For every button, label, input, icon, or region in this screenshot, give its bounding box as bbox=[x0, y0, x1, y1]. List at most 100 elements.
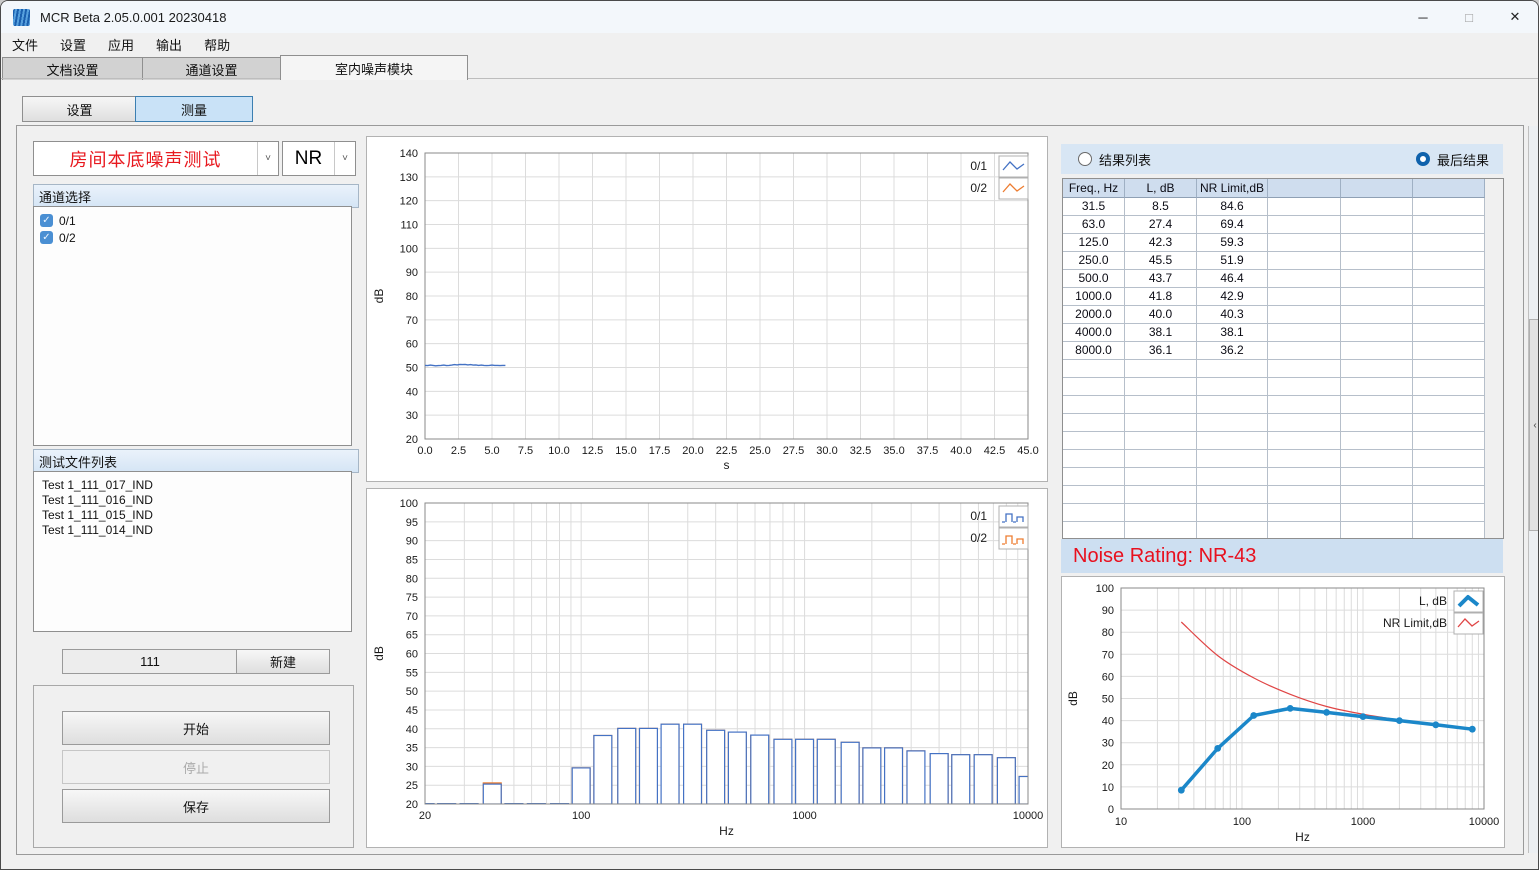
table-cell[interactable] bbox=[1268, 198, 1341, 216]
new-button[interactable]: 新建 bbox=[236, 649, 330, 674]
table-cell[interactable] bbox=[1268, 342, 1341, 360]
table-cell[interactable]: 41.8 bbox=[1125, 288, 1197, 306]
table-cell[interactable] bbox=[1341, 270, 1413, 288]
table-cell[interactable]: 46.4 bbox=[1197, 270, 1268, 288]
table-cell[interactable] bbox=[1413, 342, 1485, 360]
table-cell[interactable] bbox=[1268, 216, 1341, 234]
table-cell-empty bbox=[1063, 414, 1125, 432]
svg-text:120: 120 bbox=[400, 196, 418, 208]
table-cell[interactable] bbox=[1268, 270, 1341, 288]
table-cell[interactable] bbox=[1413, 234, 1485, 252]
table-cell[interactable] bbox=[1341, 216, 1413, 234]
table-cell[interactable]: 500.0 bbox=[1063, 270, 1125, 288]
table-cell-empty bbox=[1125, 378, 1197, 396]
table-cell[interactable] bbox=[1268, 234, 1341, 252]
table-cell[interactable] bbox=[1341, 252, 1413, 270]
table-cell[interactable]: 2000.0 bbox=[1063, 306, 1125, 324]
channel-listbox[interactable]: ✓0/1✓0/2 bbox=[33, 206, 352, 446]
table-cell[interactable] bbox=[1268, 306, 1341, 324]
test-type-combo[interactable]: 房间本底噪声测试 ˅ bbox=[33, 141, 279, 176]
svg-text:10: 10 bbox=[1102, 782, 1114, 794]
table-cell[interactable] bbox=[1268, 288, 1341, 306]
subtab-measure-button[interactable]: 测量 bbox=[135, 96, 253, 122]
table-cell[interactable]: 125.0 bbox=[1063, 234, 1125, 252]
menu-settings[interactable]: 设置 bbox=[49, 35, 97, 54]
start-button[interactable]: 开始 bbox=[62, 711, 330, 745]
table-cell[interactable]: 1000.0 bbox=[1063, 288, 1125, 306]
table-cell[interactable]: 84.6 bbox=[1197, 198, 1268, 216]
table-cell[interactable]: 63.0 bbox=[1063, 216, 1125, 234]
chevron-down-icon[interactable]: ˅ bbox=[257, 142, 278, 175]
table-cell[interactable]: 31.5 bbox=[1063, 198, 1125, 216]
svg-text:40: 40 bbox=[406, 724, 418, 736]
table-cell[interactable]: 36.2 bbox=[1197, 342, 1268, 360]
table-cell[interactable] bbox=[1268, 252, 1341, 270]
subtab-settings-button[interactable]: 设置 bbox=[22, 96, 137, 122]
table-cell[interactable] bbox=[1413, 216, 1485, 234]
table-cell[interactable] bbox=[1413, 198, 1485, 216]
menu-file[interactable]: 文件 bbox=[1, 35, 49, 54]
table-cell[interactable] bbox=[1341, 342, 1413, 360]
svg-text:60: 60 bbox=[406, 649, 418, 661]
svg-text:Hz: Hz bbox=[1295, 830, 1310, 844]
table-cell[interactable]: 38.1 bbox=[1125, 324, 1197, 342]
close-button[interactable]: ✕ bbox=[1492, 1, 1538, 33]
test-file-listbox[interactable]: Test 1_111_017_INDTest 1_111_016_INDTest… bbox=[33, 471, 352, 632]
save-button[interactable]: 保存 bbox=[62, 789, 330, 823]
table-cell[interactable]: 40.0 bbox=[1125, 306, 1197, 324]
table-cell[interactable]: 69.4 bbox=[1197, 216, 1268, 234]
menu-help[interactable]: 帮助 bbox=[193, 35, 241, 54]
result-list-radio[interactable] bbox=[1078, 152, 1092, 166]
menu-application[interactable]: 应用 bbox=[97, 35, 145, 54]
checkbox-checked-icon[interactable]: ✓ bbox=[40, 231, 53, 244]
table-cell[interactable] bbox=[1413, 324, 1485, 342]
table-cell[interactable] bbox=[1341, 198, 1413, 216]
table-cell[interactable] bbox=[1268, 324, 1341, 342]
tab-channel-settings[interactable]: 通道设置 bbox=[142, 57, 281, 80]
maximize-button[interactable]: □ bbox=[1446, 1, 1492, 33]
table-cell[interactable]: 4000.0 bbox=[1063, 324, 1125, 342]
file-list-item[interactable]: Test 1_111_016_IND bbox=[34, 493, 351, 508]
table-cell-empty bbox=[1063, 522, 1125, 539]
table-cell[interactable] bbox=[1341, 306, 1413, 324]
collapse-panel-handle[interactable]: ‹ bbox=[1529, 319, 1539, 531]
channel-item[interactable]: ✓0/2 bbox=[34, 229, 351, 246]
table-cell[interactable]: 59.3 bbox=[1197, 234, 1268, 252]
table-cell[interactable]: 38.1 bbox=[1197, 324, 1268, 342]
table-cell[interactable] bbox=[1413, 288, 1485, 306]
table-cell[interactable]: 43.7 bbox=[1125, 270, 1197, 288]
table-cell[interactable] bbox=[1413, 252, 1485, 270]
file-list-item[interactable]: Test 1_111_017_IND bbox=[34, 478, 351, 493]
rating-type-combo[interactable]: NR ˅ bbox=[282, 141, 356, 176]
table-cell[interactable]: 8.5 bbox=[1125, 198, 1197, 216]
table-cell[interactable] bbox=[1341, 324, 1413, 342]
table-cell[interactable]: 40.3 bbox=[1197, 306, 1268, 324]
table-cell[interactable]: 51.9 bbox=[1197, 252, 1268, 270]
last-result-radio[interactable] bbox=[1416, 152, 1430, 166]
table-cell[interactable] bbox=[1413, 270, 1485, 288]
file-name-input[interactable]: 111 bbox=[62, 649, 238, 674]
file-list-item[interactable]: Test 1_111_014_IND bbox=[34, 523, 351, 538]
table-cell-empty bbox=[1197, 360, 1268, 378]
tab-document-settings[interactable]: 文档设置 bbox=[2, 57, 143, 80]
minimize-button[interactable]: ─ bbox=[1400, 1, 1446, 33]
table-cell[interactable] bbox=[1341, 234, 1413, 252]
table-cell[interactable]: 250.0 bbox=[1063, 252, 1125, 270]
chevron-down-icon[interactable]: ˅ bbox=[334, 142, 355, 175]
table-cell[interactable] bbox=[1341, 288, 1413, 306]
table-cell[interactable]: 8000.0 bbox=[1063, 342, 1125, 360]
tab-indoor-noise-module[interactable]: 室内噪声模块 bbox=[280, 55, 468, 80]
svg-text:20.0: 20.0 bbox=[682, 445, 703, 457]
table-cell[interactable]: 42.3 bbox=[1125, 234, 1197, 252]
table-cell[interactable]: 42.9 bbox=[1197, 288, 1268, 306]
svg-text:80: 80 bbox=[406, 573, 418, 585]
channel-item[interactable]: ✓0/1 bbox=[34, 212, 351, 229]
table-cell[interactable]: 36.1 bbox=[1125, 342, 1197, 360]
table-cell[interactable] bbox=[1413, 306, 1485, 324]
table-header-cell: Freq., Hz bbox=[1063, 179, 1125, 198]
table-cell[interactable]: 27.4 bbox=[1125, 216, 1197, 234]
table-cell[interactable]: 45.5 bbox=[1125, 252, 1197, 270]
menu-output[interactable]: 输出 bbox=[145, 35, 193, 54]
file-list-item[interactable]: Test 1_111_015_IND bbox=[34, 508, 351, 523]
checkbox-checked-icon[interactable]: ✓ bbox=[40, 214, 53, 227]
